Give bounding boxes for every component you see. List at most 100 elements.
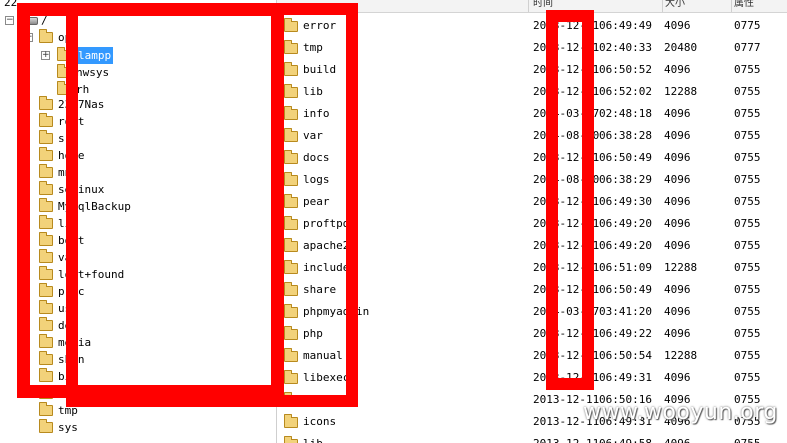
folder-icon [39,351,53,365]
file-attr: 0755 [734,129,761,142]
file-name: lib [303,85,323,98]
tree-item[interactable]: − opt [0,29,276,46]
file-size: 4096 [664,107,691,120]
tree-item-label: 2347Nas [58,98,105,111]
tree-item[interactable]: MysqlBackup [0,198,276,215]
tree-item[interactable]: media [0,334,276,351]
tree-item[interactable]: selinux [0,181,276,198]
expand-icon[interactable]: + [41,51,50,60]
folder-icon [39,283,53,297]
file-row[interactable]: lib 2013-12-1106:49:58 4096 0755 [277,433,787,443]
file-size: 12288 [664,261,698,274]
folder-icon [284,414,298,428]
folder-icon [39,385,53,399]
file-row[interactable]: logs 2014-08-10 06:38:29 4096 0755 [277,169,787,191]
file-time: 06:50:52 [599,63,652,76]
tree-item[interactable]: nwsys [0,64,276,81]
folder-icon [39,96,53,110]
tree-item[interactable]: etc [0,385,276,402]
file-row[interactable]: docs 2013-12-11 06:50:49 4096 0755 [277,147,787,169]
tree-item[interactable]: var [0,249,276,266]
tree-item[interactable]: sbin [0,351,276,368]
tree-item-label: lib [58,217,78,230]
file-date: 2013-12-11 [533,217,600,230]
tree-item[interactable]: mnt [0,164,276,181]
folder-icon [284,348,298,362]
file-row[interactable]: proftpd 2013-12-11 06:49:20 4096 0755 [277,213,787,235]
file-time: 06:49:22 [599,327,652,340]
tree-item[interactable]: bin [0,368,276,385]
tree-item[interactable]: 2347Nas [0,96,276,113]
file-time: 06:49:58 [599,433,652,443]
folder-icon [284,194,298,208]
drive-icon [24,17,38,25]
file-time: 06:50:49 [599,151,652,164]
file-date: 2014-03-17 [533,305,600,318]
tree-item[interactable]: proc [0,283,276,300]
folder-icon [39,29,53,43]
tree-top-fragment-label: 22 [4,0,18,9]
file-date: 2014-08-10 [533,129,600,142]
header-size[interactable]: 大小 [665,0,685,10]
file-attr: 0755 [734,151,761,164]
file-row[interactable]: error 2013-12-11 06:49:49 4096 0775 [277,15,787,37]
file-row[interactable]: build 2013-12-11 06:50:52 4096 0755 [277,59,787,81]
tree-item[interactable]: tmp [0,402,276,419]
file-date: 2013-12-11 [533,195,600,208]
file-row[interactable]: tmp 2013-12-11 02:40:33 20480 0777 [277,37,787,59]
file-date: 2013-12-11 [533,327,600,340]
file-row[interactable]: phpmyadmin 2014-03-17 03:41:20 4096 0755 [277,301,787,323]
tree-item[interactable]: boot [0,232,276,249]
header-time[interactable]: 时间 [533,0,553,10]
file-row[interactable]: include 2013-12-11 06:51:09 12288 0755 [277,257,787,279]
tree-item[interactable]: sys [0,419,276,436]
header-attr[interactable]: 属性 [734,0,754,10]
folder-icon [284,150,298,164]
tree-item[interactable]: home [0,147,276,164]
file-row[interactable]: apache2 2013-12-11 06:49:20 4096 0755 [277,235,787,257]
file-time: 06:38:28 [599,129,652,142]
file-size: 4096 [664,173,691,186]
folder-icon [39,147,53,161]
tree-item-label: opt [58,31,78,44]
file-row[interactable]: info 2014-03-17 02:48:18 4096 0755 [277,103,787,125]
folder-icon [284,282,298,296]
tree-item[interactable]: + lampp [0,47,276,64]
tree-item[interactable]: lost+found [0,266,276,283]
tree-item[interactable]: lib [0,215,276,232]
tree-item[interactable]: root [0,113,276,130]
file-row[interactable]: var 2014-08-10 06:38:28 4096 0755 [277,125,787,147]
file-time: 06:49:49 [599,19,652,32]
tree-item-label: sbin [58,353,85,366]
file-row[interactable]: lib 2013-12-11 06:52:02 12288 0755 [277,81,787,103]
header-divider[interactable] [528,0,529,12]
file-size: 12288 [664,349,698,362]
file-row[interactable]: libexec 2013-12-11 06:49:31 4096 0755 [277,367,787,389]
tree-item[interactable]: dev [0,317,276,334]
header-divider[interactable] [662,0,663,12]
file-name: include [303,261,350,274]
folder-icon [284,370,298,384]
tree-item[interactable]: srv [0,130,276,147]
collapse-icon[interactable]: − [24,33,33,42]
file-row[interactable]: manual 2013-12-11 06:50:54 12288 0755 [277,345,787,367]
header-divider[interactable] [731,0,732,12]
file-row[interactable]: pear 2013-12-11 06:49:30 4096 0755 [277,191,787,213]
file-row[interactable]: php 2013-12-11 06:49:22 4096 0755 [277,323,787,345]
file-time: 06:49:31 [599,371,652,384]
file-name: icons [303,415,337,428]
tree-item-label: srv [58,132,78,145]
tree-item-label: home [58,149,85,162]
file-size: 4096 [664,327,691,340]
file-size: 4096 [664,239,691,252]
file-attr: 0755 [734,85,761,98]
folder-icon [39,215,53,229]
tree-item[interactable]: usr [0,300,276,317]
file-row[interactable]: share 2013-12-11 06:50:49 4096 0755 [277,279,787,301]
collapse-icon[interactable]: − [5,16,14,25]
tree-item-label: MysqlBackup [58,200,131,213]
folder-icon [39,181,53,195]
file-name: pear [303,195,330,208]
file-size: 12288 [664,85,698,98]
tree-root[interactable]: − / [0,12,276,29]
